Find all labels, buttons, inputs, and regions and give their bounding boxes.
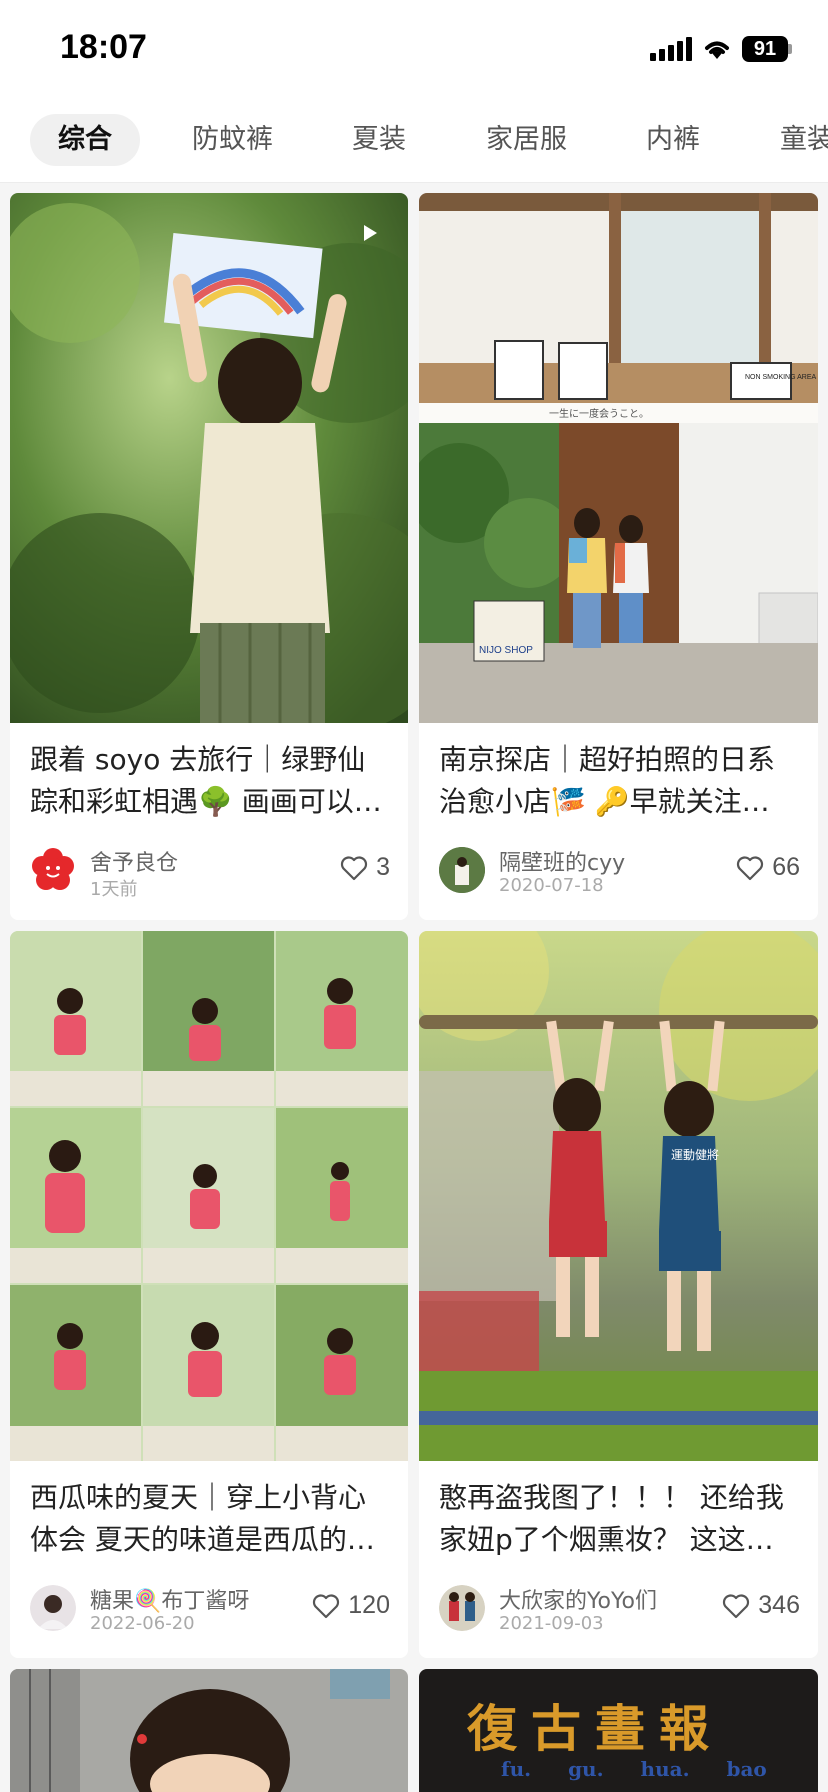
tab-loungewear[interactable]: 家居服 (486, 114, 567, 166)
tab-summer-wear[interactable]: 夏装 (352, 114, 406, 166)
tab-comprehensive[interactable]: 综合 (30, 114, 140, 166)
like-count: 3 (376, 853, 390, 881)
poster-text: NON SMOKING AREA (745, 374, 817, 381)
battery-indicator: 91 (742, 36, 792, 62)
video-play-icon (364, 225, 377, 241)
post-footer: 隔壁班的cyy 2020-07-18 66 (439, 847, 800, 899)
wifi-icon (705, 41, 729, 59)
author-name[interactable]: 大欣家的YoYo们 (499, 1583, 657, 1615)
post-footer: 舍予良仓 1天前 3 (30, 845, 390, 900)
post-card[interactable]: 西瓜味的夏天｜穿上小背心 体会 夏天的味道是西瓜的… 糖果🍭布丁酱呀 2022-… (10, 931, 408, 1658)
post-date: 2021-09-03 (499, 1613, 604, 1634)
post-card[interactable] (10, 1669, 408, 1792)
heart-icon (723, 1593, 750, 1618)
shirt-text: 運動健將 (671, 1147, 719, 1162)
vintage-magazine-photo: 復古畫報 fu. gu. hua. bao (419, 1669, 818, 1792)
post-card[interactable]: 跟着 soyo 去旅行｜绿野仙踪和彩虹相遇🌳 画画可以… 舍予良仓 1天前 3 (10, 193, 408, 920)
category-tab-bar: 综合 防蚊裤 夏装 家居服 内裤 童装 (0, 100, 828, 183)
collage-tagline: 一生に一度会うこと。 (549, 407, 649, 420)
avatar[interactable] (30, 1585, 76, 1631)
status-time: 18:07 (60, 28, 147, 66)
post-date: 2022-06-20 (90, 1613, 195, 1634)
like-button[interactable]: 346 (722, 1591, 800, 1620)
author-name[interactable]: 糖果🍭布丁酱呀 (90, 1583, 249, 1615)
tab-underwear[interactable]: 内裤 (646, 114, 700, 166)
shop-collage-photo: NON SMOKING AREA 一生に一度会うこと。 NIJO SHOP (419, 193, 818, 723)
post-footer: 大欣家的YoYo们 2021-09-03 346 (439, 1585, 800, 1637)
child-drawing-rainbow-photo (10, 193, 408, 723)
tab-mosquito-pants[interactable]: 防蚊裤 (192, 114, 273, 166)
like-count: 66 (772, 853, 800, 881)
author-name[interactable]: 舍予良仓 (90, 845, 178, 877)
like-count: 120 (348, 1591, 390, 1619)
watermelon-girl-grid-photo (10, 931, 408, 1461)
post-title: 憨再盗我图了！！！ 还给我家妞p了个烟熏妆？ 这这… (439, 1481, 784, 1556)
status-bar: 18:07 91 (0, 0, 828, 100)
post-card[interactable]: 運動健將 憨再盗我图了！！！ 还给我家妞p了个烟熏妆？ 这这… 大欣家的YoYo… (419, 931, 818, 1658)
shop-sign-text: NIJO SHOP (479, 645, 533, 656)
post-card[interactable]: 復古畫報 fu. gu. hua. bao (419, 1669, 818, 1792)
girl-portrait-photo (10, 1669, 408, 1792)
like-count: 346 (758, 1591, 800, 1619)
post-title: 西瓜味的夏天｜穿上小背心 体会 夏天的味道是西瓜的… (30, 1481, 375, 1556)
post-date: 2020-07-18 (499, 875, 604, 896)
magazine-subline: fu. gu. hua. bao (501, 1757, 767, 1781)
avatar[interactable] (439, 847, 485, 893)
avatar[interactable] (439, 1585, 485, 1631)
like-button[interactable]: 3 (340, 853, 390, 882)
kids-hanging-bar-photo: 運動健將 (419, 931, 818, 1461)
magazine-headline: 復古畫報 (467, 1699, 723, 1758)
heart-icon (737, 855, 764, 880)
heart-icon (341, 855, 368, 880)
post-title: 跟着 soyo 去旅行｜绿野仙踪和彩虹相遇🌳 画画可以… (30, 743, 382, 818)
author-name[interactable]: 隔壁班的cyy (499, 845, 625, 877)
post-card[interactable]: NON SMOKING AREA 一生に一度会うこと。 NIJO SHOP 南京… (419, 193, 818, 920)
post-footer: 糖果🍭布丁酱呀 2022-06-20 120 (30, 1585, 390, 1637)
avatar[interactable] (30, 847, 76, 893)
signal-icon (650, 37, 692, 61)
post-title: 南京探店｜超好拍照的日系治愈小店🎏 🔑早就关注… (439, 743, 776, 818)
battery-icon: 91 (742, 36, 788, 62)
heart-icon (313, 1593, 340, 1618)
like-button[interactable]: 120 (312, 1591, 390, 1620)
tab-kidswear[interactable]: 童装 (780, 114, 828, 166)
status-icons: 91 (650, 33, 792, 65)
like-button[interactable]: 66 (736, 853, 800, 882)
post-date: 1天前 (90, 879, 138, 900)
